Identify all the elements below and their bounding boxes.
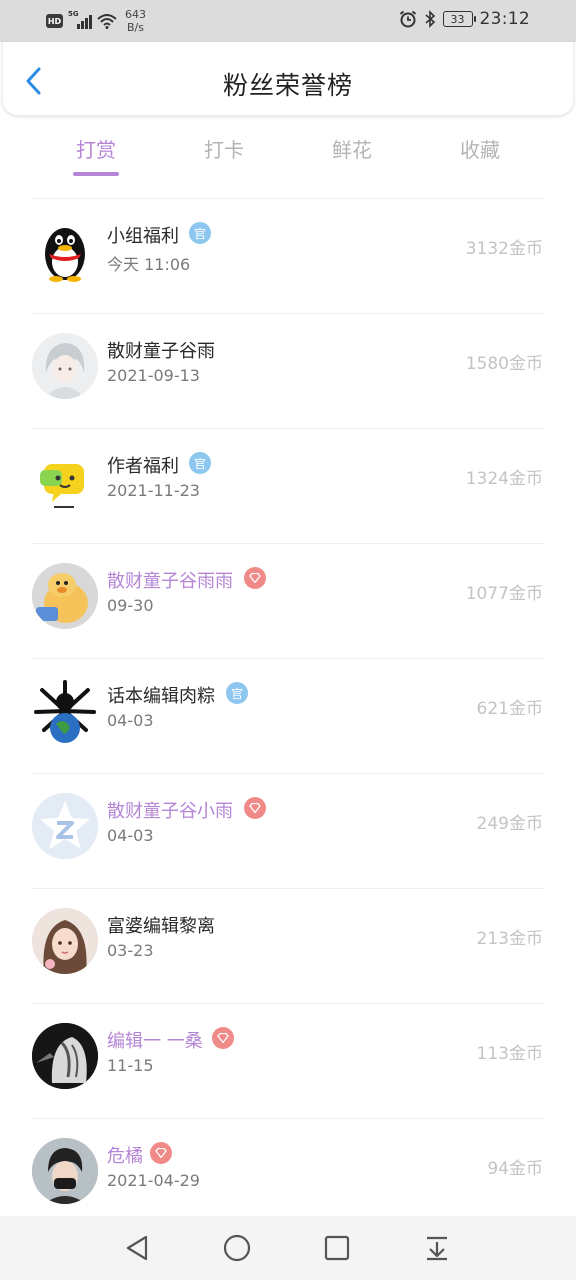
tab-checkin[interactable]: 打卡	[184, 134, 264, 163]
gem-badge	[212, 1027, 234, 1049]
battery-level: 33	[450, 12, 465, 26]
wifi-icon	[97, 14, 117, 29]
active-tab-indicator	[73, 172, 119, 176]
row-divider	[32, 1118, 544, 1119]
tip-amount: 213金币	[476, 929, 543, 949]
official-badge: 官	[189, 452, 211, 474]
anime-girl-avatar[interactable]	[32, 333, 98, 399]
row-divider	[32, 773, 544, 774]
woman-avatar[interactable]	[32, 908, 98, 974]
gem-badge	[244, 797, 266, 819]
nav-home-button[interactable]	[221, 1232, 253, 1264]
tip-date: 2021-09-13	[107, 366, 200, 385]
tip-amount: 3132金币	[465, 239, 543, 259]
signal-icon: 5G	[68, 10, 92, 30]
list-item[interactable]: 话本编辑肉粽 官 04-03 621金币	[0, 658, 576, 773]
diamond-icon	[249, 573, 261, 583]
tab-favorites[interactable]: 收藏	[440, 134, 520, 163]
row-divider	[32, 198, 544, 199]
battery-icon: 33	[442, 11, 476, 27]
official-badge: 官	[226, 682, 248, 704]
home-circle-icon	[223, 1234, 251, 1262]
tip-amount: 621金币	[476, 699, 543, 719]
user-name[interactable]: 散财童子谷雨雨	[107, 567, 233, 593]
status-left: HD 5G 643 B/s	[46, 8, 146, 34]
diamond-icon	[217, 1033, 229, 1043]
tip-date: 今天 11:06	[107, 255, 191, 274]
alarm-icon	[399, 10, 416, 28]
tip-date: 04-03	[107, 711, 154, 730]
dark-figure-avatar[interactable]	[32, 1023, 98, 1089]
tip-amount: 113金币	[476, 1044, 543, 1064]
official-badge: 官	[189, 222, 211, 244]
speed-unit: B/s	[127, 21, 144, 34]
user-name[interactable]: 话本编辑肉粽	[107, 682, 215, 708]
diamond-icon	[249, 803, 261, 813]
bluetooth-icon	[424, 10, 435, 28]
list-item[interactable]: 散财童子谷雨 2021-09-13 1580金币	[0, 313, 576, 428]
tab-flowers[interactable]: 鲜花	[312, 134, 392, 163]
penguin-avatar[interactable]	[32, 218, 98, 284]
tip-amount: 94金币	[487, 1159, 543, 1179]
clock: 23:12	[479, 9, 530, 29]
nav-recents-button[interactable]	[321, 1232, 353, 1264]
earth-avatar[interactable]	[32, 678, 98, 744]
list-item[interactable]: 富婆编辑黎离 03-23 213金币	[0, 888, 576, 1003]
notification-pull-icon	[427, 1236, 447, 1261]
user-name[interactable]: 散财童子谷小雨	[107, 797, 233, 823]
tip-date: 11-15	[107, 1056, 154, 1075]
status-right: 33 23:12	[399, 9, 531, 29]
list-item[interactable]: 散财童子谷小雨 04-03 249金币	[0, 773, 576, 888]
tip-date: 2021-04-29	[107, 1171, 200, 1190]
user-name[interactable]: 小组福利	[107, 222, 179, 248]
tab-bar: 打赏 打卡 鲜花 收藏	[0, 128, 576, 178]
tip-date: 2021-11-23	[107, 481, 200, 500]
user-name[interactable]: 作者福利	[107, 452, 179, 478]
back-triangle-icon	[126, 1235, 148, 1261]
nav-notification-button[interactable]	[421, 1232, 453, 1264]
speed-value: 643	[125, 8, 146, 21]
hd-icon: HD	[46, 14, 63, 28]
row-divider	[32, 658, 544, 659]
row-divider	[32, 888, 544, 889]
tip-date: 03-23	[107, 941, 154, 960]
list-item[interactable]: 小组福利 官 今天 11:06 3132金币	[0, 198, 576, 313]
tip-amount: 1324金币	[465, 469, 543, 489]
user-name[interactable]: 编辑一 一桑	[107, 1027, 203, 1053]
network-speed: 643 B/s	[125, 8, 146, 34]
list-item[interactable]: 散财童子谷雨雨 09-30 1077金币	[0, 543, 576, 658]
gem-badge	[150, 1142, 172, 1164]
chat-bubble-avatar[interactable]	[32, 448, 98, 514]
user-name[interactable]: 富婆编辑黎离	[107, 912, 215, 938]
duck-avatar[interactable]	[32, 563, 98, 629]
tip-date: 09-30	[107, 596, 154, 615]
masked-boy-avatar[interactable]	[32, 1138, 98, 1204]
list-item[interactable]: 作者福利 官 2021-11-23 1324金币	[0, 428, 576, 543]
user-name[interactable]: 散财童子谷雨	[107, 337, 215, 363]
app-header: 粉丝荣誉榜	[2, 42, 574, 116]
row-divider	[32, 1003, 544, 1004]
tip-amount: 249金币	[476, 814, 543, 834]
list-item[interactable]: 编辑一 一桑 11-15 113金币	[0, 1003, 576, 1118]
recents-square-icon	[324, 1235, 350, 1261]
star-avatar[interactable]	[32, 793, 98, 859]
system-navbar	[0, 1216, 576, 1280]
page-title: 粉丝荣誉榜	[222, 71, 353, 100]
nav-back-button[interactable]	[121, 1232, 153, 1264]
tip-date: 04-03	[107, 826, 154, 845]
row-divider	[32, 543, 544, 544]
row-divider	[32, 428, 544, 429]
tip-amount: 1077金币	[465, 584, 543, 604]
diamond-icon	[155, 1148, 167, 1158]
row-divider	[32, 313, 544, 314]
user-name[interactable]: 危橘	[107, 1142, 143, 1168]
gem-badge	[244, 567, 266, 589]
tab-tips[interactable]: 打赏	[56, 134, 136, 163]
tip-amount: 1580金币	[465, 354, 543, 374]
status-bar: HD 5G 643 B/s 33 23:12	[0, 0, 576, 42]
